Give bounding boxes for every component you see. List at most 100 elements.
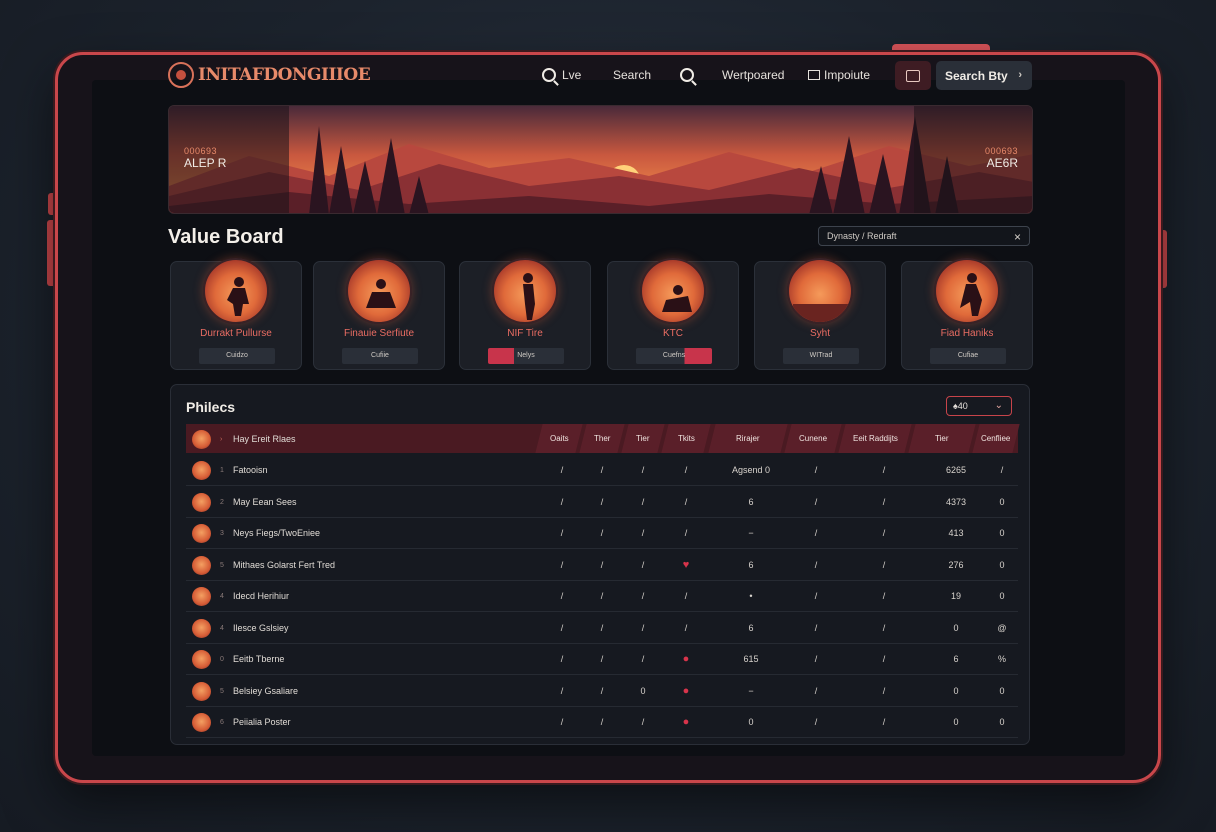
table-cell: /: [684, 622, 688, 633]
column-header[interactable]: Oaits: [535, 424, 583, 453]
nav-template-label: Impoiute: [824, 68, 871, 82]
landscape-icon: [787, 258, 853, 324]
player-name[interactable]: May Eean Sees: [233, 487, 297, 518]
close-icon[interactable]: ×: [1014, 230, 1021, 244]
table-cell: /: [882, 717, 886, 727]
nav-wertpoared[interactable]: Wertpoared: [722, 66, 784, 84]
nav-search[interactable]: Search: [613, 66, 651, 84]
hero-left-number: 000693: [184, 146, 218, 156]
nav-live[interactable]: Lve: [542, 66, 581, 84]
player-name[interactable]: Mithaes Golarst Fert Tred: [233, 550, 335, 581]
logo-text: INITAFDONGIIIOE: [198, 65, 371, 85]
table-cell: /: [684, 496, 688, 507]
table-row[interactable]: 4 Ilesce Gslsiey / / //6//0 @: [186, 613, 1018, 644]
table-cell: @: [997, 622, 1007, 633]
table-cell: 0: [999, 559, 1005, 570]
card-name: Syht: [809, 328, 830, 339]
table-cell: /: [1000, 465, 1004, 475]
table-cell: Agsend 0: [731, 465, 771, 475]
table-header: › Hay Ereit Rlaes Oaits Ther Tier Tkits …: [186, 424, 1020, 453]
page-size-select[interactable]: ♠40 ⌄: [946, 396, 1012, 416]
value-card[interactable]: Syht WITrad: [754, 258, 886, 370]
nav-search-icon-button[interactable]: [680, 66, 694, 84]
table-row[interactable]: 5 Mithaes Golarst Fert Tred / / / ♥ 6//276 0: [186, 550, 1018, 581]
table-row[interactable]: 6 Peiialia Poster / / / ● 0//0 0: [186, 707, 1018, 738]
table-cell: 0: [999, 496, 1005, 507]
table-cell: 0: [748, 717, 754, 727]
column-header[interactable]: Tier: [908, 424, 976, 453]
player-silhouette-icon: [640, 258, 706, 324]
row-rank: 6: [220, 719, 224, 726]
avatar: [192, 555, 211, 575]
avatar: [192, 681, 211, 701]
value-card[interactable]: Fiad Haniks Cufiae: [901, 258, 1033, 370]
template-icon: [808, 70, 820, 80]
avatar: [192, 713, 211, 732]
table-cell: /: [882, 496, 886, 507]
table-cell: /: [882, 622, 886, 633]
column-header[interactable]: Tier: [621, 424, 665, 453]
table-row[interactable]: 4 Idecd Herihiur / / / / • //19 0: [186, 581, 1018, 612]
table-cell: /: [882, 591, 886, 601]
table-row[interactable]: 0 Eeitb Tberne / / / ● 615//6%: [186, 644, 1018, 675]
panel-title: Philecs: [186, 399, 236, 415]
table-cell: /: [882, 685, 886, 696]
column-header[interactable]: Tkits: [661, 424, 711, 453]
player-name[interactable]: Neys Fiegs/TwoEniee: [233, 518, 320, 549]
table-cell: ♥: [682, 558, 690, 571]
row-rank: 2: [220, 498, 224, 506]
player-silhouette-icon: [492, 258, 558, 324]
nav-search-label: Search: [613, 68, 652, 82]
column-header[interactable]: Rirajer: [708, 424, 788, 453]
player-silhouette-icon: [346, 258, 412, 324]
table-cell: 0: [999, 528, 1005, 538]
player-name[interactable]: Ilesce Gslsiey: [233, 613, 289, 644]
card-tag: Nelys: [488, 348, 564, 364]
card-tag: Cufiae: [930, 348, 1006, 364]
table-row[interactable]: 3 Neys Fiegs/TwoEniee / / / / − //413 0: [186, 518, 1018, 549]
row-rank: 5: [220, 687, 224, 695]
table-cell: /: [882, 654, 886, 664]
table-row[interactable]: 5 Belsiey Gsaliare //0 ● − //0 0: [186, 676, 1018, 707]
avatar: [192, 430, 211, 449]
header-player-name: Hay Ereit Rlaes: [233, 434, 296, 444]
table-cell: ●: [682, 716, 690, 728]
table-row[interactable]: 1 Fatooisn / / / / Agsend 0//6265/: [186, 455, 1018, 486]
player-name[interactable]: Idecd Herihiur: [233, 581, 289, 612]
page-size-value: ♠40: [953, 401, 968, 411]
column-header[interactable]: Eeit Raddijts: [838, 424, 912, 453]
player-name[interactable]: Peiialia Poster: [233, 707, 291, 738]
player-name[interactable]: Fatooisn: [233, 455, 268, 486]
nav-template[interactable]: Impoiute: [808, 66, 870, 84]
value-card[interactable]: NIF Tire Nelys: [459, 258, 591, 370]
column-header[interactable]: Ther: [579, 424, 625, 453]
column-header[interactable]: Cunene: [784, 424, 842, 453]
row-rank: 4: [220, 624, 224, 632]
table-row[interactable]: 2 May Eean Sees / / //6//4373 0: [186, 487, 1018, 518]
table-cell: /: [814, 654, 818, 664]
card-name: KTC: [663, 328, 683, 339]
table-cell: /: [684, 591, 688, 601]
value-board-filter-input[interactable]: Dynasty / Redraft ×: [818, 226, 1030, 246]
search-icon: [680, 68, 694, 82]
player-name[interactable]: Eeitb Tberne: [233, 644, 284, 675]
player-name[interactable]: Belsiey Gsaliare: [233, 676, 298, 707]
search-by-button[interactable]: Search Bty ›: [936, 61, 1032, 90]
value-card[interactable]: KTC Cuefns: [607, 258, 739, 370]
value-card[interactable]: Durrakt Pullurse Cuidzo: [170, 258, 302, 370]
table-cell: 615: [743, 654, 759, 664]
column-header[interactable]: Cenfliee: [972, 424, 1020, 453]
notes-button[interactable]: [895, 61, 931, 90]
table-cell: /: [882, 528, 886, 538]
table-cell: −: [748, 685, 754, 696]
card-name: NIF Tire: [507, 328, 543, 339]
value-card[interactable]: Finauie Serfiute Cufiie: [313, 258, 445, 370]
table-cell: %: [997, 654, 1006, 664]
nav-wertpoared-label: Wertpoared: [722, 68, 785, 82]
table-cell: /: [684, 465, 688, 475]
app-logo[interactable]: INITAFDONGIIIOE: [168, 62, 371, 88]
player-silhouette-icon: [203, 258, 269, 324]
table-cell: /: [814, 591, 818, 601]
table-cell: /: [814, 559, 818, 570]
card-name: Durrakt Pullurse: [200, 328, 272, 339]
